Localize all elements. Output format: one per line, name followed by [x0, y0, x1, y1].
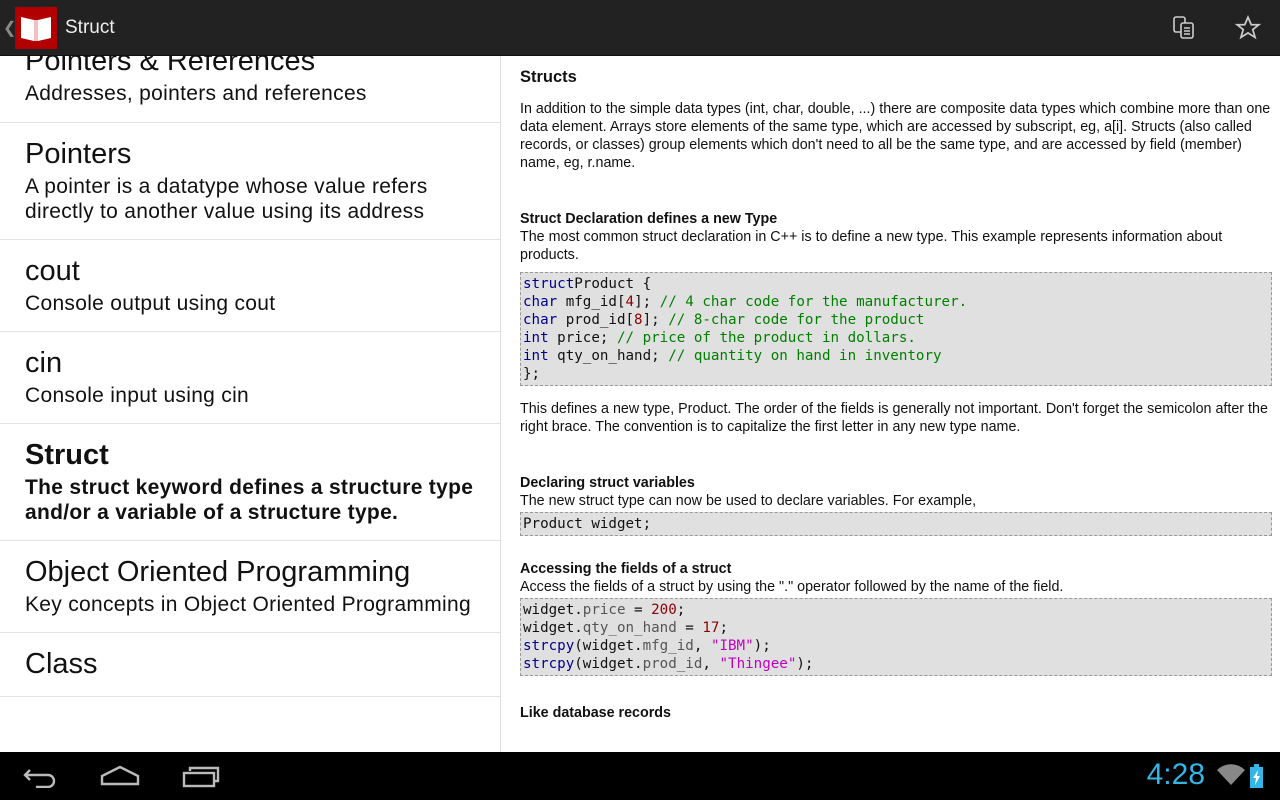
topic-item[interactable]: Pointers & References Addresses, pointers…	[0, 56, 500, 123]
code-token: strcpy	[523, 656, 575, 672]
code-token: struct	[523, 276, 575, 292]
content-pane: Structs In addition to the simple data t…	[520, 56, 1272, 752]
topic-desc: The struct keyword defines a structure t…	[25, 476, 474, 524]
chevron-left-icon[interactable]: ❮	[3, 18, 16, 38]
section-text: The new struct type can now be used to d…	[520, 493, 977, 509]
code-token: ];	[642, 312, 669, 328]
code-token: 4	[625, 294, 635, 310]
code-token: qty_on_hand	[582, 620, 677, 636]
book-icon[interactable]	[15, 6, 57, 49]
topic-item[interactable]: Class	[0, 633, 500, 697]
topic-desc: Console input using cin	[25, 384, 250, 407]
code-token: 200	[651, 602, 677, 618]
code-block: Product widget;	[520, 512, 1272, 536]
topic-item[interactable]: cout Console output using cout	[0, 240, 500, 332]
code-token: // price of the product in dollars.	[616, 330, 916, 346]
code-token: "IBM"	[710, 638, 754, 654]
copy-icon[interactable]	[1168, 12, 1200, 44]
topic-desc: Addresses, pointers and references	[25, 82, 367, 105]
topic-title: Object Oriented Programming	[25, 556, 411, 588]
code-token: 8	[634, 312, 643, 328]
code-token: prod_id	[642, 656, 703, 672]
code-token: widget.	[523, 620, 583, 636]
code-token: prod_id[	[557, 312, 635, 328]
topic-item[interactable]: cin Console input using cin	[0, 332, 500, 424]
code-block: widget.price = 200; widget.qty_on_hand =…	[520, 598, 1272, 676]
code-token: char	[523, 312, 558, 328]
code-token: "Thingee"	[719, 656, 797, 672]
topic-desc: Key concepts in Object Oriented Programm…	[25, 593, 471, 616]
content-heading: Structs	[520, 68, 577, 86]
topic-title: Struct	[25, 439, 109, 471]
code-token: };	[523, 366, 541, 382]
code-token: mfg_id[	[557, 294, 626, 310]
code-token: (widget.	[574, 638, 643, 654]
code-token: price	[582, 602, 626, 618]
clock: 4:28	[1146, 758, 1205, 791]
code-token: );	[796, 656, 814, 672]
topic-item[interactable]: Pointers A pointer is a datatype whose va…	[0, 123, 500, 240]
topic-title: Pointers	[25, 138, 132, 170]
back-icon[interactable]	[22, 764, 58, 793]
topic-title: Pointers & References	[25, 56, 316, 77]
code-block: structProduct { char mfg_id[4]; // 4 cha…	[520, 272, 1272, 386]
action-bar: ❮ Struct	[0, 0, 1280, 56]
code-token: // 8-char code for the product	[668, 312, 925, 328]
topic-item[interactable]: Object Oriented Programming Key concepts …	[0, 541, 500, 633]
code-token: ];	[634, 294, 660, 310]
topic-desc: Console output using cout	[25, 292, 276, 315]
topic-title: Class	[25, 648, 98, 680]
section-title: Struct Declaration defines a new Type	[520, 211, 778, 227]
topic-title: cout	[25, 255, 80, 287]
code-token: =	[676, 620, 703, 636]
section-text: The most common struct declaration in C+…	[520, 229, 1223, 263]
battery-charging-icon	[1250, 764, 1263, 793]
code-token: strcpy	[523, 638, 575, 654]
code-token: widget.	[523, 602, 583, 618]
code-token: char	[523, 294, 558, 310]
section-text: This defines a new type, Product. The or…	[520, 401, 1268, 435]
code-token: mfg_id	[642, 638, 694, 654]
section-title: Accessing the fields of a struct	[520, 561, 732, 577]
system-nav-bar: 4:28	[0, 752, 1280, 800]
code-token: ;	[676, 602, 686, 618]
code-token: qty_on_hand;	[548, 348, 669, 364]
code-token: );	[753, 638, 771, 654]
code-token: ;	[719, 620, 729, 636]
section-text: Access the fields of a struct by using t…	[520, 579, 1064, 595]
intro-text: In addition to the simple data types (in…	[520, 101, 1271, 171]
section-title: Declaring struct variables	[520, 475, 695, 491]
star-icon[interactable]	[1232, 12, 1264, 44]
code-token: // quantity on hand in inventory	[668, 348, 942, 364]
code-token: Product {	[574, 276, 652, 292]
section-title: Like database records	[520, 705, 671, 721]
topic-desc: A pointer is a datatype whose value refe…	[25, 175, 428, 223]
code-token: 17	[702, 620, 720, 636]
code-token: ,	[693, 638, 711, 654]
home-icon[interactable]	[100, 764, 140, 793]
code-token: (widget.	[574, 656, 643, 672]
code-token: int	[523, 330, 549, 346]
code-token: int	[523, 348, 549, 364]
code-token: price;	[548, 330, 617, 346]
topic-title: cin	[25, 347, 63, 379]
code-token: ,	[702, 656, 720, 672]
wifi-icon	[1217, 764, 1245, 791]
code-token: // 4 char code for the manufacturer.	[659, 294, 968, 310]
topic-list[interactable]: Pointers & References Addresses, pointers…	[0, 56, 501, 752]
app-title: Struct	[65, 16, 115, 38]
recent-apps-icon[interactable]	[182, 766, 220, 793]
code-token: =	[625, 602, 652, 618]
topic-item[interactable]: Struct The struct keyword defines a struc…	[0, 424, 500, 541]
